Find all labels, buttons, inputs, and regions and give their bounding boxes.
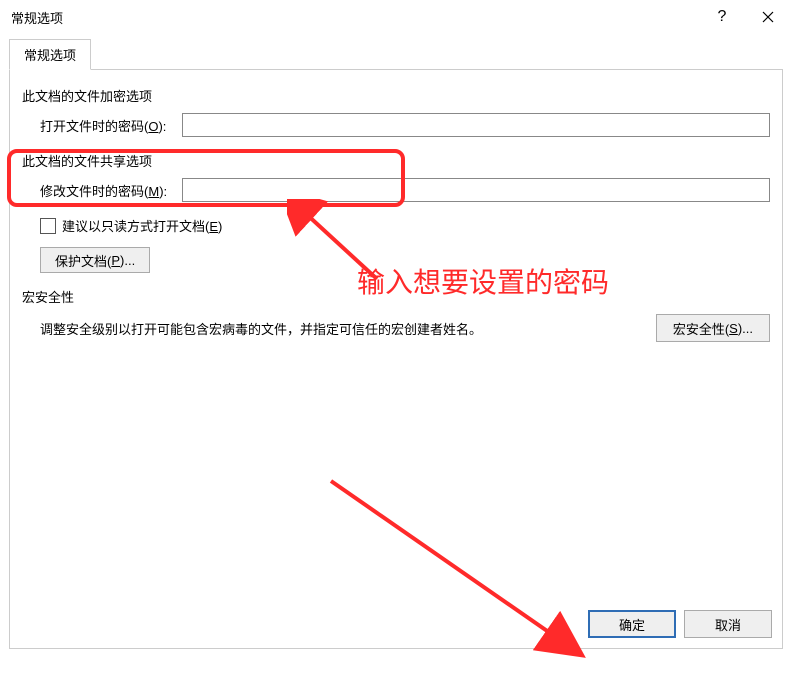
close-button[interactable] [745, 1, 791, 33]
modify-password-row: 修改文件时的密码(M): [22, 178, 770, 202]
modify-password-input[interactable] [182, 178, 770, 202]
dialog-title: 常规选项 [11, 8, 63, 27]
ok-button[interactable]: 确定 [588, 610, 676, 638]
section-share-label: 此文档的文件共享选项 [22, 151, 770, 170]
section-encrypt-label: 此文档的文件加密选项 [22, 86, 770, 105]
open-password-input[interactable] [182, 113, 770, 137]
window-controls: ? [699, 1, 791, 33]
modify-password-label: 修改文件时的密码(M): [22, 181, 182, 200]
tab-strip: 常规选项 [9, 39, 783, 69]
protect-document-button[interactable]: 保护文档(P)... [40, 247, 150, 273]
macro-description: 调整安全级别以打开可能包含宏病毒的文件，并指定可信任的宏创建者姓名。 [22, 319, 656, 338]
help-button[interactable]: ? [699, 1, 745, 33]
macro-row: 调整安全级别以打开可能包含宏病毒的文件，并指定可信任的宏创建者姓名。 宏安全性(… [22, 314, 770, 342]
tab-general[interactable]: 常规选项 [9, 39, 91, 70]
open-password-label: 打开文件时的密码(O): [22, 116, 182, 135]
title-bar: 常规选项 ? [1, 1, 791, 33]
readonly-checkbox[interactable] [40, 218, 56, 234]
panel: 此文档的文件加密选项 打开文件时的密码(O): 此文档的文件共享选项 修改文件时… [9, 69, 783, 649]
dialog-buttons: 确定 取消 [588, 610, 772, 638]
readonly-checkbox-row[interactable]: 建议以只读方式打开文档(E) [22, 216, 770, 235]
open-password-row: 打开文件时的密码(O): [22, 113, 770, 137]
section-macro-label: 宏安全性 [22, 287, 770, 306]
macro-security-button[interactable]: 宏安全性(S)... [656, 314, 770, 342]
dialog-window: 常规选项 ? 常规选项 此文档的文件加密选项 打开文件时的密码(O): 此文档的… [0, 0, 792, 681]
cancel-button[interactable]: 取消 [684, 610, 772, 638]
readonly-checkbox-label: 建议以只读方式打开文档(E) [62, 216, 222, 235]
